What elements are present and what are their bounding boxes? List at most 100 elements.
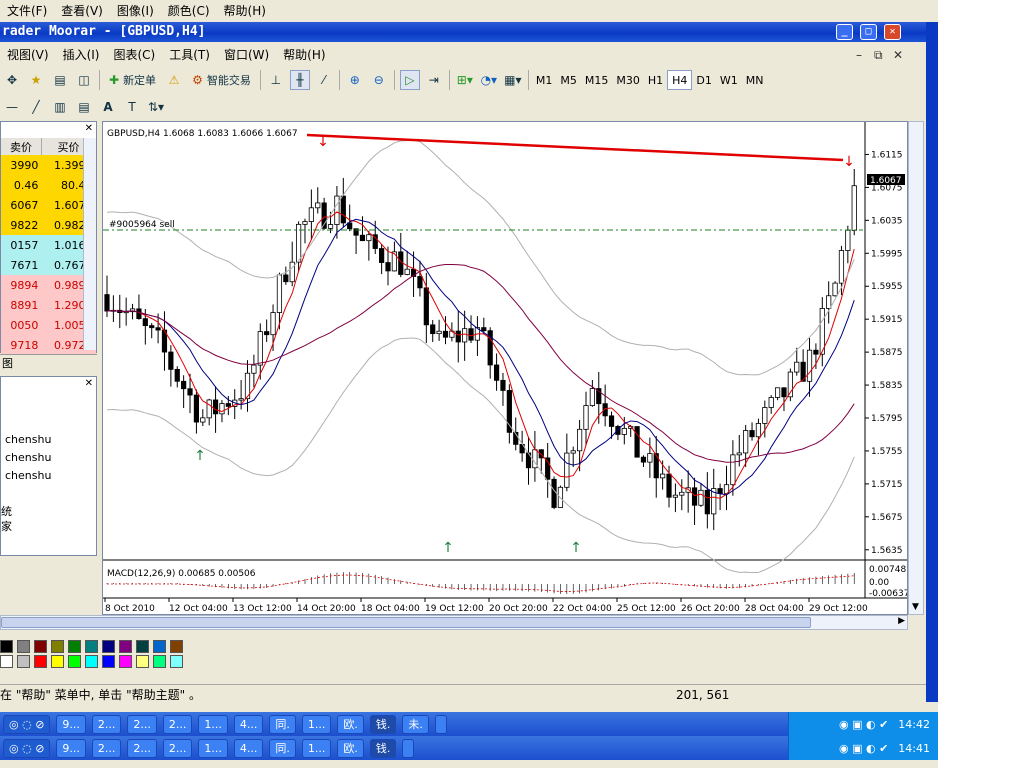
trendline-icon[interactable]: ╱ — [26, 97, 46, 117]
menu-help2[interactable]: 帮助(H) — [276, 46, 332, 63]
tray-icons[interactable]: ◉ ▣ ◐ ✔ — [839, 742, 888, 755]
palette-swatch[interactable] — [153, 640, 166, 653]
palette-swatch[interactable] — [119, 640, 132, 653]
menu-view2[interactable]: 视图(V) — [0, 46, 56, 63]
timeframe-m1[interactable]: M1 — [532, 70, 557, 90]
palette-swatch[interactable] — [0, 640, 13, 653]
price-chart[interactable]: 1.61151.60751.60351.59951.59551.59151.58… — [103, 122, 909, 614]
market-watch-row[interactable]: 9718 0.9725 — [1, 335, 96, 355]
mdi-restore-icon[interactable]: ⧉ — [874, 48, 883, 63]
taskbar-button[interactable]: 1... — [198, 738, 228, 758]
menu-tools[interactable]: 工具(T) — [162, 46, 217, 63]
palette-swatch[interactable] — [136, 655, 149, 668]
taskbar-button[interactable]: 4... — [233, 738, 264, 758]
menu-charts[interactable]: 图表(C) — [106, 46, 162, 63]
timeframe-d1[interactable]: D1 — [692, 70, 715, 90]
fibonacci-icon[interactable]: ▥ — [50, 97, 70, 117]
candlestick-icon[interactable]: ╫ — [289, 70, 310, 90]
close-button[interactable]: ✕ — [884, 24, 901, 40]
vertical-scrollbar[interactable]: ▼ — [908, 121, 924, 615]
taskbar-button[interactable]: 2... — [127, 714, 157, 734]
palette-swatch[interactable] — [85, 640, 98, 653]
timeframe-m15[interactable]: M15 — [581, 70, 613, 90]
auto-scroll-icon[interactable]: ▷ — [399, 70, 420, 90]
market-watch-scrollbar[interactable] — [83, 138, 96, 350]
alert-icon[interactable]: ⚠ — [164, 70, 184, 90]
palette-swatch[interactable] — [0, 655, 13, 668]
scroll-right-icon[interactable]: ▶ — [898, 616, 905, 626]
new-order-button[interactable]: ✚ 新定单 — [105, 70, 160, 90]
chart-shift-icon[interactable]: ⇥ — [424, 70, 444, 90]
menu-color[interactable]: 颜色(C) — [161, 2, 217, 19]
navigator-item[interactable]: chenshu — [5, 451, 51, 464]
taskbar-button[interactable]: 1... — [198, 714, 228, 734]
navigator-item[interactable]: 家 — [1, 518, 12, 534]
taskbar-button[interactable]: 2... — [91, 714, 122, 734]
palette-swatch[interactable] — [34, 655, 47, 668]
market-watch-row[interactable]: 0.46 80.48 — [1, 175, 96, 195]
palette-swatch[interactable] — [34, 640, 47, 653]
market-watch-row[interactable]: 9822 0.9825 — [1, 215, 96, 235]
navigator-close-icon[interactable]: ✕ — [85, 378, 93, 389]
taskbar-button[interactable]: 2... — [127, 738, 157, 758]
expert-advisors-button[interactable]: ⚙ 智能交易 — [188, 70, 255, 90]
market-watch-icon[interactable]: ▤ — [50, 70, 70, 90]
palette-swatch[interactable] — [51, 640, 64, 653]
menu-image[interactable]: 图像(I) — [110, 2, 161, 19]
palette-swatch[interactable] — [17, 640, 30, 653]
palette-swatch[interactable] — [68, 655, 81, 668]
palette-swatch[interactable] — [136, 640, 149, 653]
taskbar-button[interactable]: 1... — [301, 714, 332, 734]
palette-swatch[interactable] — [119, 655, 132, 668]
bid-header[interactable]: 卖价 — [1, 138, 42, 155]
navigator-item[interactable]: chenshu — [5, 433, 51, 446]
timeframe-mn[interactable]: MN — [742, 70, 768, 90]
menu-file[interactable]: 文件(F) — [0, 2, 54, 19]
market-watch-tab[interactable]: 图 — [0, 354, 97, 370]
taskbar-button[interactable]: 2... — [162, 738, 193, 758]
market-watch-row[interactable]: 0157 1.0161 — [1, 235, 96, 255]
minimize-button[interactable]: _ — [836, 24, 853, 40]
arrows-icon[interactable]: ⇅▾ — [146, 97, 166, 117]
menu-window[interactable]: 窗口(W) — [217, 46, 276, 63]
timeframe-w1[interactable]: W1 — [716, 70, 742, 90]
mdi-close-icon[interactable]: ✕ — [893, 48, 903, 62]
taskbar-button[interactable]: 2... — [162, 714, 193, 734]
palette-swatch[interactable] — [17, 655, 30, 668]
line-chart-icon[interactable]: ⁄ — [314, 70, 334, 90]
quick-launch-icons[interactable]: ◎ ◌ ⊘ — [3, 714, 51, 734]
timeframe-m30[interactable]: M30 — [612, 70, 644, 90]
palette-swatch[interactable] — [85, 655, 98, 668]
navigator-icon[interactable]: ◫ — [74, 70, 94, 90]
quick-launch-icons[interactable]: ◎ ◌ ⊘ — [3, 738, 51, 758]
indicators-icon[interactable]: ⊞▾ — [455, 70, 475, 90]
taskbar-button[interactable]: 欧. — [337, 714, 364, 734]
taskbar-button[interactable]: 未. — [402, 714, 429, 734]
taskbar-button[interactable]: 钱. — [369, 714, 397, 734]
bar-chart-icon[interactable]: ⊥ — [266, 70, 286, 90]
menu-view[interactable]: 查看(V) — [54, 2, 110, 19]
taskbar-button[interactable]: 9... — [56, 738, 86, 758]
scroll-down-icon[interactable]: ▼ — [912, 602, 919, 612]
taskbar-button[interactable]: 4... — [233, 714, 264, 734]
channel-icon[interactable]: ▤ — [74, 97, 94, 117]
market-watch-row[interactable]: 6067 1.6070 — [1, 195, 96, 215]
menu-insert[interactable]: 插入(I) — [56, 46, 107, 63]
zoom-in-icon[interactable]: ⊕ — [345, 70, 365, 90]
timeframe-h1[interactable]: H1 — [644, 70, 667, 90]
palette-swatch[interactable] — [68, 640, 81, 653]
taskbar-button[interactable]: 欧. — [337, 738, 364, 758]
timeframe-h4[interactable]: H4 — [667, 70, 693, 90]
navigator-item[interactable]: 统 — [1, 503, 12, 519]
market-watch-close-icon[interactable]: ✕ — [85, 123, 93, 134]
favorites-icon[interactable]: ★ — [26, 70, 46, 90]
text-label-icon[interactable]: T — [122, 97, 142, 117]
market-watch-row[interactable]: 0050 1.0057 — [1, 315, 96, 335]
navigator-item[interactable]: chenshu — [5, 469, 51, 482]
taskbar-button[interactable] — [402, 738, 415, 758]
templates-icon[interactable]: ▦▾ — [503, 70, 523, 90]
maximize-button[interactable]: □ — [860, 24, 877, 40]
taskbar-button[interactable]: 钱. — [369, 738, 397, 758]
horizontal-scrollbar[interactable]: ▶ — [0, 615, 908, 630]
taskbar-button[interactable]: 2... — [91, 738, 122, 758]
